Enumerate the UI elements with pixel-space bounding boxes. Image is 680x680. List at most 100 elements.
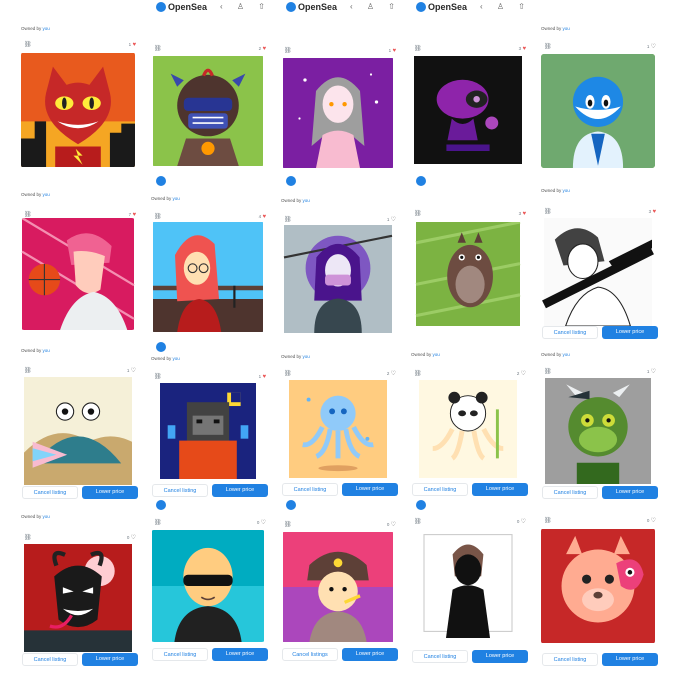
owned-by-prefix: Owned by <box>541 188 562 193</box>
favorite-count[interactable]: 1 ♥ <box>129 42 136 48</box>
cancel-listing-button[interactable]: Cancel listing <box>152 484 208 497</box>
favorite-count[interactable]: 0 ♡ <box>257 520 266 526</box>
favorite-count[interactable]: 0 ♡ <box>517 519 526 525</box>
link-icon[interactable]: ⛓ <box>544 518 552 524</box>
owner-link[interactable]: you <box>433 352 440 357</box>
nft-image-basketball-boy[interactable] <box>21 218 135 330</box>
cancel-listing-button[interactable]: Cancel listing <box>152 648 208 661</box>
nft-image-venom-goat[interactable] <box>21 544 135 652</box>
favorite-count[interactable]: 1 ♡ <box>647 369 656 375</box>
nft-image-blue-octopus[interactable] <box>281 380 395 478</box>
lower-price-button[interactable]: Lower price <box>342 648 398 661</box>
favorite-count[interactable]: 4 ♥ <box>259 214 266 220</box>
favorite-count[interactable]: 0 ♡ <box>647 518 656 524</box>
link-icon[interactable]: ⛓ <box>284 371 292 377</box>
lower-price-button[interactable]: Lower price <box>82 486 138 499</box>
owner-link[interactable]: you <box>43 514 50 519</box>
cancel-listing-button[interactable]: Cancel listing <box>22 486 78 499</box>
nft-image-soviet-hat[interactable] <box>281 532 395 642</box>
owner-link[interactable]: you <box>303 354 310 359</box>
link-icon[interactable]: ⛓ <box>284 522 292 528</box>
lower-price-button[interactable]: Lower price <box>212 648 268 661</box>
nft-image-flash-cat[interactable] <box>21 52 135 168</box>
cancel-listing-button[interactable]: Cancel listing <box>542 326 598 339</box>
lower-price-button[interactable]: Lower price <box>82 653 138 666</box>
cancel-listing-button[interactable]: Cancel listing <box>282 483 338 496</box>
cancel-listing-button[interactable]: Cancel listing <box>412 483 468 496</box>
nft-image-totoro-green[interactable] <box>411 222 525 326</box>
favorite-count[interactable]: 0 ♡ <box>387 522 396 528</box>
link-icon[interactable]: ⛓ <box>24 368 32 374</box>
header-icons[interactable]: ‹ ♙ ⇧ <box>480 2 531 12</box>
link-icon[interactable]: ⛓ <box>24 42 32 48</box>
nft-image-masked-ninja-girl[interactable] <box>281 225 395 333</box>
favorite-count[interactable]: 3 ♥ <box>649 209 656 215</box>
nft-image-redhead-glasses[interactable] <box>151 222 265 332</box>
lower-price-button[interactable]: Lower price <box>472 650 528 663</box>
owned-by-label: Owned by you <box>151 196 180 202</box>
nft-image-crab-fan[interactable] <box>21 377 135 485</box>
link-icon[interactable]: ⛓ <box>414 46 422 52</box>
favorite-count[interactable]: 2 ♥ <box>259 46 266 52</box>
favorite-count[interactable]: 1 ♥ <box>259 374 266 380</box>
owner-link[interactable]: you <box>303 198 310 203</box>
link-icon[interactable]: ⛓ <box>414 371 422 377</box>
nft-image-anime-girl-purple[interactable] <box>281 58 395 168</box>
link-icon[interactable]: ⛓ <box>414 519 422 525</box>
nft-image-llama-monster[interactable] <box>541 528 655 644</box>
link-icon[interactable]: ⛓ <box>154 46 162 52</box>
owner-link[interactable]: you <box>173 356 180 361</box>
lower-price-button[interactable]: Lower price <box>342 483 398 496</box>
link-icon[interactable]: ⛓ <box>284 217 292 223</box>
nft-image-purple-robot[interactable] <box>411 56 525 164</box>
lower-price-button[interactable]: Lower price <box>602 653 658 666</box>
link-icon[interactable]: ⛓ <box>154 214 162 220</box>
cancel-listing-button[interactable]: Cancel listing <box>542 653 598 666</box>
cancel-listing-button[interactable]: Cancel listing <box>542 486 598 499</box>
header-icons[interactable]: ‹ ♙ ⇧ <box>350 2 401 12</box>
favorite-count[interactable]: 0 ♡ <box>127 535 136 541</box>
cancel-listing-button[interactable]: Cancel listing <box>22 653 78 666</box>
owner-link[interactable]: you <box>43 192 50 197</box>
link-icon[interactable]: ⛓ <box>544 209 552 215</box>
favorite-count[interactable]: 1 ♥ <box>389 48 396 54</box>
owner-link[interactable]: you <box>563 352 570 357</box>
favorite-count[interactable]: 1 ♡ <box>127 368 136 374</box>
favorite-count[interactable]: 3 ♥ <box>519 46 526 52</box>
link-icon[interactable]: ⛓ <box>154 374 162 380</box>
favorite-count[interactable]: 2 ♡ <box>517 371 526 377</box>
lower-price-button[interactable]: Lower price <box>212 484 268 497</box>
owner-link[interactable]: you <box>43 26 50 31</box>
nft-image-bald-sunglasses[interactable] <box>151 530 265 642</box>
lower-price-button[interactable]: Lower price <box>602 486 658 499</box>
nft-image-silhouette-boy[interactable] <box>411 528 525 638</box>
nft-image-blue-toy[interactable] <box>541 54 655 168</box>
link-icon[interactable]: ⛓ <box>24 535 32 541</box>
favorite-count[interactable]: 3 ♥ <box>519 211 526 217</box>
cancel-listing-button[interactable]: Cancel listing <box>412 650 468 663</box>
owner-link[interactable]: you <box>563 188 570 193</box>
nft-image-pixel-gorilla[interactable] <box>151 383 265 479</box>
nft-image-manga-swordsman[interactable] <box>541 218 655 326</box>
heart-icon: ♡ <box>260 520 266 526</box>
lower-price-button[interactable]: Lower price <box>472 483 528 496</box>
favorite-count[interactable]: 2 ♡ <box>387 371 396 377</box>
owner-link[interactable]: you <box>43 348 50 353</box>
favorite-count[interactable]: 1 ♡ <box>647 44 656 50</box>
favorite-count[interactable]: 1 ♡ <box>387 217 396 223</box>
link-icon[interactable]: ⛓ <box>154 520 162 526</box>
owner-link[interactable]: you <box>563 26 570 31</box>
owned-by-prefix: Owned by <box>281 354 302 359</box>
link-icon[interactable]: ⛓ <box>544 369 552 375</box>
nft-image-masked-monkey[interactable] <box>151 56 265 166</box>
cancel-listing-button[interactable]: Cancel listings <box>282 648 338 661</box>
link-icon[interactable]: ⛓ <box>544 44 552 50</box>
lower-price-button[interactable]: Lower price <box>602 326 658 339</box>
header-icons[interactable]: ‹ ♙ ⇧ <box>220 2 271 12</box>
owner-link[interactable]: you <box>173 196 180 201</box>
link-icon[interactable]: ⛓ <box>284 48 292 54</box>
nft-image-panda-octopus[interactable] <box>411 380 525 478</box>
nft-image-green-ape[interactable] <box>541 378 655 484</box>
link-icon[interactable]: ⛓ <box>414 211 422 217</box>
owned-by-label: Owned by you <box>21 348 50 354</box>
